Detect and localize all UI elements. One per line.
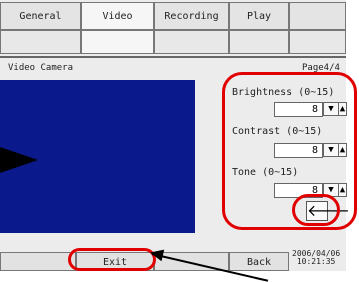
tab-video[interactable]: Video [81, 2, 154, 30]
brightness-value[interactable]: 8 [274, 102, 323, 117]
tab-play[interactable]: Play [229, 2, 289, 30]
tab-recording[interactable]: Recording [154, 2, 229, 30]
contrast-decrease-button[interactable]: ▼ [323, 143, 339, 157]
bottom-slot-empty [0, 252, 76, 271]
settings-screen: General Video Recording Play Video Camer… [0, 0, 350, 271]
contrast-value[interactable]: 8 [274, 143, 323, 158]
clock-readout: 2006/04/06 10:21:35 [292, 250, 340, 266]
back-arrow-icon[interactable]: 🡐 [306, 201, 350, 221]
tab-bar: General Video Recording Play [0, 2, 346, 58]
page-indicator: Page4/4 [302, 63, 340, 73]
tab-divider [0, 56, 346, 58]
section-title: Video Camera [8, 63, 74, 73]
time-text: 10:21:35 [296, 257, 336, 266]
contrast-label: Contrast (0~15) [232, 126, 323, 137]
subtab-play [229, 30, 289, 54]
pointer-arrowhead-icon [148, 246, 165, 262]
subtab-general [0, 30, 81, 54]
tab-general[interactable]: General [0, 2, 81, 30]
tone-decrease-button[interactable]: ▼ [323, 183, 339, 197]
brightness-label: Brightness (0~15) [232, 87, 335, 98]
tone-label: Tone (0~15) [232, 167, 299, 178]
subtab-recording [154, 30, 229, 54]
brightness-increase-button[interactable]: ▲ [338, 102, 347, 116]
subtab-empty [289, 30, 346, 54]
subtab-video [81, 30, 154, 54]
tab-empty [289, 2, 346, 30]
pointer-arrow-icon [0, 147, 38, 173]
back-button[interactable]: Back [229, 252, 289, 271]
brightness-decrease-button[interactable]: ▼ [323, 102, 339, 116]
tone-increase-button[interactable]: ▲ [338, 183, 347, 197]
tone-value[interactable]: 8 [274, 183, 323, 198]
exit-button[interactable]: Exit [76, 252, 154, 271]
contrast-increase-button[interactable]: ▲ [338, 143, 347, 157]
